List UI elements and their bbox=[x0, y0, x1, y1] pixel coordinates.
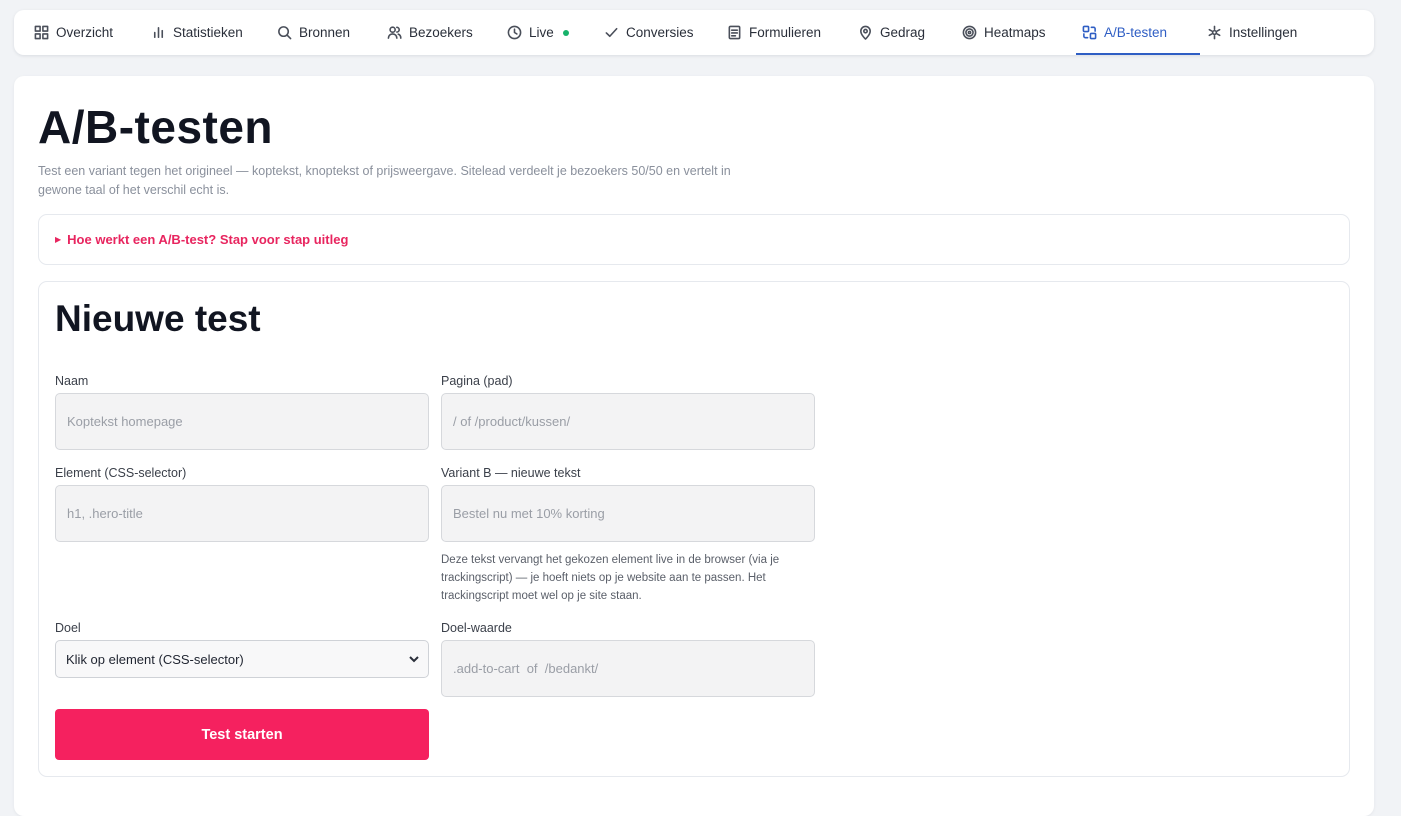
form-icon bbox=[727, 25, 742, 40]
tab-bezoekers[interactable]: Bezoekers bbox=[387, 10, 473, 55]
goal-select[interactable]: Klik op element (CSS-selector) bbox=[55, 640, 429, 678]
tab-label: Bronnen bbox=[299, 25, 351, 40]
tab-ab-testen[interactable]: A/B-testen bbox=[1082, 10, 1167, 55]
goal-value-input[interactable] bbox=[441, 640, 815, 697]
page-path-input[interactable] bbox=[441, 393, 815, 450]
explainer-label: Hoe werkt een A/B-test? Stap voor stap u… bbox=[67, 232, 349, 247]
live-status-dot bbox=[562, 29, 569, 36]
clock-icon bbox=[507, 25, 522, 40]
main-content: A/B-testen Test een variant tegen het or… bbox=[14, 76, 1374, 816]
tab-label: Bezoekers bbox=[409, 25, 473, 40]
tab-statistieken[interactable]: Statistieken bbox=[151, 10, 243, 55]
name-label: Naam bbox=[55, 374, 89, 388]
tab-label: A/B-testen bbox=[1104, 25, 1168, 40]
tab-label: Statistieken bbox=[173, 25, 243, 40]
tab-label: Conversies bbox=[626, 25, 694, 40]
tab-label: Gedrag bbox=[880, 25, 926, 40]
variant-b-help: Deze tekst vervangt het gekozen element … bbox=[441, 554, 780, 602]
grid-icon bbox=[34, 25, 49, 40]
check-icon bbox=[604, 25, 619, 40]
main-navigation: Overzicht Statistieken Bronnen Bezoekers… bbox=[14, 10, 1374, 55]
settings-icon bbox=[1207, 25, 1222, 40]
name-input[interactable] bbox=[55, 393, 429, 450]
element-selector-label: Element (CSS-selector) bbox=[55, 466, 187, 480]
active-tab-indicator bbox=[1076, 53, 1200, 55]
disclosure-triangle-icon: ▶ bbox=[55, 235, 62, 244]
tab-label: Overzicht bbox=[56, 25, 114, 40]
tab-instellingen[interactable]: Instellingen bbox=[1207, 10, 1297, 55]
tab-label: Live bbox=[529, 25, 554, 40]
map-pin-icon bbox=[858, 25, 873, 40]
start-test-button[interactable]: Test starten bbox=[55, 709, 429, 760]
form-title: Nieuwe test bbox=[55, 298, 261, 339]
page-path-label: Pagina (pad) bbox=[441, 374, 513, 388]
users-icon bbox=[387, 25, 402, 40]
new-test-form: Nieuwe test Naam Pagina (pad) Element (C… bbox=[38, 281, 1350, 777]
tab-bronnen[interactable]: Bronnen bbox=[277, 10, 350, 55]
variant-b-label: Variant B — nieuwe tekst bbox=[441, 466, 581, 480]
tab-overzicht[interactable]: Overzicht bbox=[34, 10, 113, 55]
goal-selected-value: Klik op element (CSS-selector) bbox=[66, 651, 244, 667]
ab-test-icon bbox=[1082, 25, 1097, 40]
tab-heatmaps[interactable]: Heatmaps bbox=[962, 10, 1046, 55]
target-icon bbox=[962, 25, 977, 40]
bar-chart-icon bbox=[151, 25, 166, 40]
explainer-toggle[interactable]: ▶ Hoe werkt een A/B-test? Stap voor stap… bbox=[38, 214, 1350, 265]
tab-label: Heatmaps bbox=[984, 25, 1046, 40]
tab-conversies[interactable]: Conversies bbox=[604, 10, 694, 55]
tab-formulieren[interactable]: Formulieren bbox=[727, 10, 821, 55]
search-icon bbox=[277, 25, 292, 40]
chevron-down-icon bbox=[408, 653, 420, 665]
tab-gedrag[interactable]: Gedrag bbox=[858, 10, 925, 55]
tab-label: Instellingen bbox=[1229, 25, 1298, 40]
page-description: Test een variant tegen het origineel — k… bbox=[38, 164, 731, 197]
goal-label: Doel bbox=[55, 621, 81, 635]
page-title: A/B-testen bbox=[38, 101, 274, 153]
element-selector-input[interactable] bbox=[55, 485, 429, 542]
tab-live[interactable]: Live bbox=[507, 10, 569, 55]
tab-label: Formulieren bbox=[749, 25, 822, 40]
goal-value-label: Doel-waarde bbox=[441, 621, 512, 635]
variant-b-input[interactable] bbox=[441, 485, 815, 542]
